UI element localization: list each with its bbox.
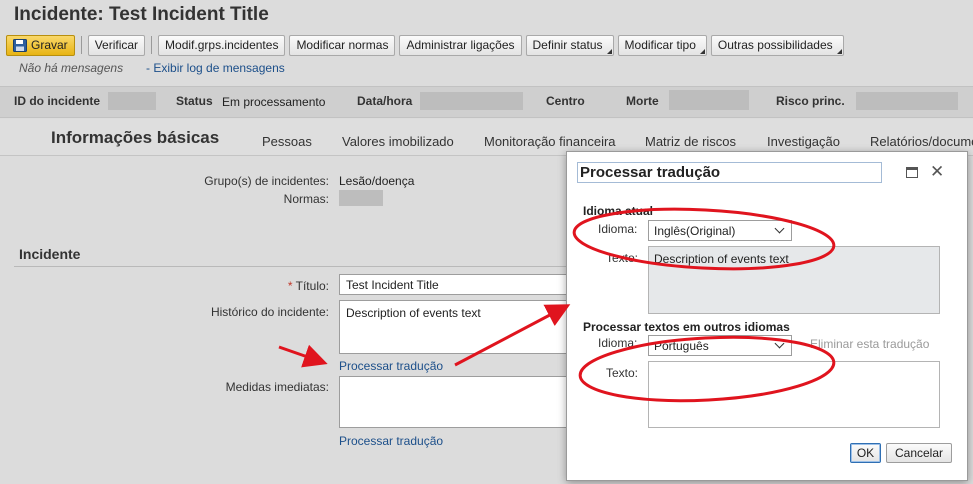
annotation-ellipse-other-language [578,335,836,403]
annotation-arrow-to-dialog [454,304,571,367]
annotation-arrow-to-link [278,344,328,368]
annotation-overlay [278,207,836,403]
annotation-ellipse-current-language [572,207,836,271]
